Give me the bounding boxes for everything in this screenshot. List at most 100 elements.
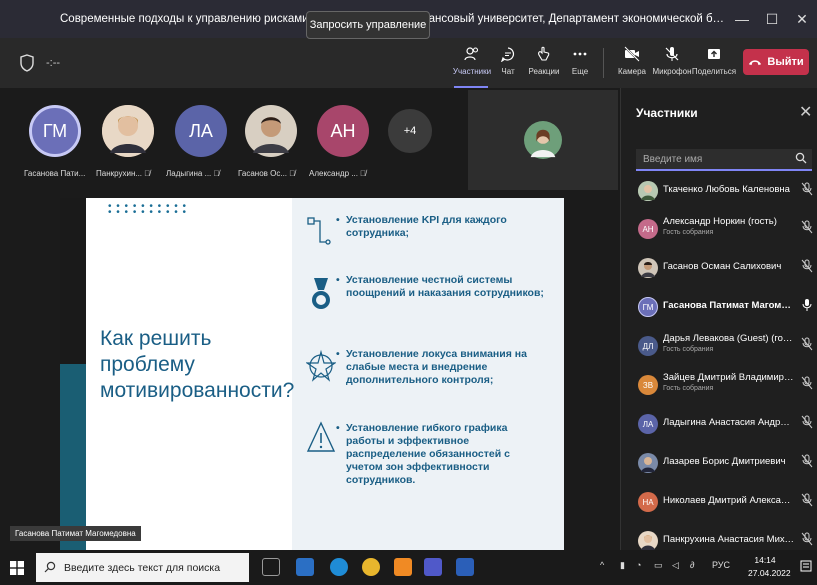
participant-name: Александр ... 🎙̸ (309, 169, 367, 178)
participant-row[interactable]: АН Александр Норкин (гость) Гость собран… (621, 212, 817, 246)
avatar: ДЛ (638, 336, 658, 356)
tray-pen-icon[interactable]: ∂ (690, 560, 694, 570)
participant-row[interactable]: ГМ Гасанова Патимат Магомедов... (621, 290, 817, 324)
close-panel-icon[interactable]: ✕ (799, 102, 812, 122)
share-icon (708, 49, 720, 59)
search-icon (795, 152, 807, 164)
participant-name: Гасанов Ос... 🎙̸ (238, 169, 296, 178)
more-label: Еще (571, 67, 589, 76)
participant-row[interactable]: ЛА Ладыгина Анастасия Андреевна (621, 407, 817, 441)
close-window-button[interactable]: ✕ (787, 11, 817, 28)
participant-tile[interactable]: АН (317, 105, 369, 157)
mic-off-icon: 🎙̸ (213, 169, 220, 178)
participant-row[interactable]: Лазарев Борис Дмитриевич (621, 446, 817, 480)
mic-off-icon: 🎙̸ (289, 169, 296, 178)
participant-name: Лазарев Борис Дмитриевич (663, 456, 786, 467)
mic-off-icon (801, 259, 813, 273)
mic-off-icon (801, 337, 813, 351)
clock-time: 14:14 (754, 555, 776, 565)
avatar-photo (638, 453, 658, 473)
reactions-label: Реакции (528, 67, 560, 76)
participant-name: Гасанова Пати... (24, 169, 86, 178)
self-video-tile[interactable] (468, 90, 618, 190)
minimize-button[interactable]: — (727, 11, 757, 27)
search-icon (44, 561, 56, 573)
maximize-button[interactable]: ☐ (757, 11, 787, 28)
slide-bullet: • Установление локуса внимания на слабые … (336, 348, 527, 386)
request-control-button[interactable]: Запросить управление (306, 11, 430, 39)
participant-tile[interactable] (102, 105, 154, 157)
participant-tile[interactable]: ГМ (29, 105, 81, 157)
meeting-timer: -:-- (46, 57, 61, 69)
task-view-icon[interactable] (262, 558, 280, 576)
edge-browser-icon[interactable] (330, 558, 348, 576)
participants-label: Участники (452, 67, 492, 76)
participant-row[interactable]: ЗВ Зайцев Дмитрий Владимирови... Гость с… (621, 368, 817, 402)
self-avatar-photo (524, 121, 562, 159)
person-photo-icon (638, 181, 658, 201)
meeting-stage: ГМ ЛА АН +4 Гасанова Пати... Панкрухин..… (0, 88, 620, 550)
leave-button[interactable]: Выйти (743, 49, 809, 75)
slide-bullet: • Установление KPI для каждого сотрудника… (336, 214, 507, 239)
participants-button[interactable]: Участники (452, 46, 492, 76)
participant-name: Дарья Левакова (Guest) (гость) (663, 333, 795, 344)
participant-role: Гость собрания (663, 385, 714, 392)
avatar: АН (317, 105, 369, 157)
chat-button[interactable]: Чат (488, 46, 528, 76)
more-participants-tile[interactable]: +4 (388, 109, 432, 153)
taskbar-search-input[interactable]: Введите здесь текст для поиска (36, 553, 249, 582)
microphone-button[interactable]: Микрофон (652, 46, 692, 76)
camera-button[interactable]: Камера (612, 46, 652, 76)
teams-icon[interactable] (424, 558, 442, 576)
participant-tile[interactable]: ЛА (175, 105, 227, 157)
participant-name: Гасанова Патимат Магомедов... (663, 300, 795, 311)
participant-strip: ГМ ЛА АН +4 Гасанова Пати... Панкрухин..… (0, 88, 620, 190)
tray-network-icon[interactable]: ▮ (620, 560, 625, 571)
windows-start-icon[interactable] (10, 561, 24, 575)
more-button[interactable]: Еще (560, 46, 600, 76)
mic-off-icon (801, 376, 813, 390)
medal-icon (312, 278, 330, 309)
tray-wifi-icon[interactable]: ◔ (636, 560, 641, 570)
more-icon (573, 52, 587, 56)
share-button[interactable]: Поделиться (692, 46, 736, 76)
mic-off-icon: 🎙̸ (360, 169, 367, 178)
tray-battery-icon[interactable]: ▭ (654, 560, 663, 571)
leave-label: Выйти (767, 56, 804, 68)
app-icon[interactable] (394, 558, 412, 576)
participant-tile[interactable] (245, 105, 297, 157)
warning-icon (306, 421, 336, 452)
file-explorer-icon[interactable] (296, 558, 314, 576)
participant-name: Панкрухина Анастасия Михайл... (663, 534, 795, 545)
toolbar-divider (603, 48, 604, 78)
tray-chevron-icon[interactable]: ^ (600, 560, 604, 570)
camera-label: Камера (618, 67, 646, 76)
person-photo-icon (102, 105, 154, 157)
phone-hangup-icon (749, 59, 762, 65)
participants-panel: Участники ✕ Введите имя Ткаченко Любовь … (620, 88, 817, 551)
camera-off-icon (624, 46, 640, 62)
mic-off-icon (801, 493, 813, 507)
language-indicator[interactable]: РУС (712, 560, 730, 570)
taskbar-clock[interactable]: 14:14 27.04.2022 (748, 554, 791, 580)
chrome-browser-icon[interactable] (362, 558, 380, 576)
tray-volume-icon[interactable]: ◁ (672, 560, 679, 571)
participant-row[interactable]: НА Николаев Дмитрий Александр... (621, 485, 817, 519)
mic-off-icon (801, 415, 813, 429)
mic-off-icon (801, 182, 813, 196)
participant-search-input[interactable]: Введите имя (636, 149, 812, 171)
reactions-button[interactable]: Реакции (524, 46, 564, 76)
person-photo-icon (638, 453, 658, 473)
participant-row[interactable]: ДЛ Дарья Левакова (Guest) (гость) Гость … (621, 329, 817, 363)
avatar-photo (102, 105, 154, 157)
notification-icon[interactable] (800, 560, 812, 574)
participants-icon (464, 47, 479, 61)
focus-star-icon (306, 349, 336, 382)
person-photo-icon (638, 258, 658, 278)
search-placeholder: Введите имя (643, 153, 703, 165)
participant-row[interactable]: Ткаченко Любовь Каленовна (621, 174, 817, 208)
word-icon[interactable] (456, 558, 474, 576)
mic-off-icon (801, 454, 813, 468)
participant-row[interactable]: Гасанов Осман Салихович (621, 251, 817, 285)
kpi-flow-icon (307, 217, 331, 245)
